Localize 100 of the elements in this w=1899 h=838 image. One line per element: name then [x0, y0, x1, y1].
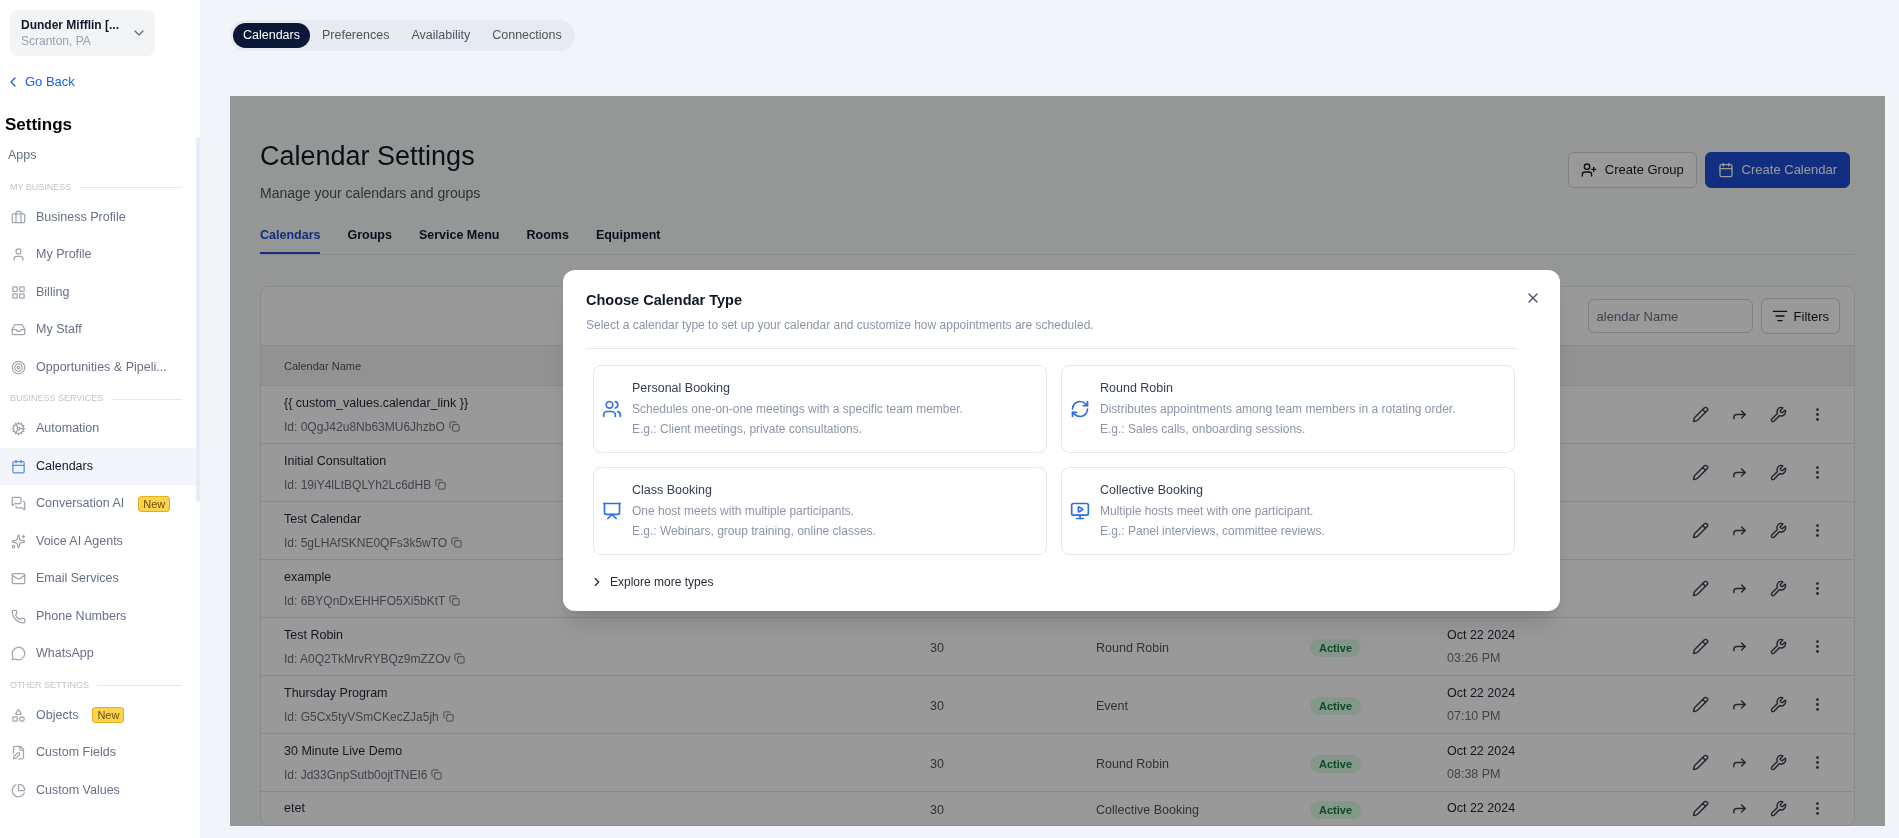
sidebar-item-label: Voice AI Agents — [36, 532, 123, 550]
sidebar-item[interactable]: Email Services — [0, 560, 196, 598]
sidebar-item[interactable]: My Staff — [0, 311, 196, 349]
calendar-id: Id: 19iY4lLtBQLYh2Lc6dHB — [284, 476, 432, 494]
target-icon — [11, 359, 26, 375]
column-header: Calendar Name — [284, 358, 362, 374]
edit-icon[interactable] — [1692, 464, 1709, 482]
copy-icon[interactable] — [451, 537, 463, 549]
wrench-icon[interactable] — [1770, 754, 1787, 772]
time-cell-text: 08:38 PM — [1447, 766, 1502, 784]
calendar-name: Test Calendar — [284, 510, 362, 528]
wrench-icon[interactable] — [1770, 638, 1787, 656]
sidebar-item[interactable]: My Profile — [0, 236, 196, 274]
calendar-type-card[interactable]: Personal Booking Schedules one-on-one meetings with a specific team member. E.g.: Client meetings, private consultations. — [593, 364, 1047, 453]
sidebar-item[interactable]: WhatsApp — [0, 635, 196, 673]
status-badge: Active — [1310, 800, 1362, 819]
sidebar-item[interactable]: Phone Numbers — [0, 597, 196, 635]
sidebar-item[interactable]: Opportunities & Pipeli... — [0, 348, 196, 386]
section-heading: BUSINESS SERVICES — [10, 392, 104, 406]
page-title: Calendar Settings — [260, 140, 476, 173]
section-tab[interactable]: Calendars — [260, 225, 321, 255]
copy-icon[interactable] — [431, 769, 443, 781]
search-field[interactable]: alendar Name — [1587, 299, 1753, 334]
explore-more-button[interactable]: Explore more types — [590, 572, 714, 591]
calendar-name: example — [284, 568, 332, 586]
sidebar-item[interactable]: Conversation AI New — [0, 485, 196, 523]
sidebar-item-label: Business Profile — [36, 208, 126, 226]
sidebar-item[interactable]: Objects New — [0, 696, 196, 734]
section-tab[interactable]: Equipment — [595, 225, 661, 255]
copy-icon[interactable] — [454, 653, 466, 665]
calendar-type-card[interactable]: Collective Booking Multiple hosts meet with one participant. E.g.: Panel interviews, committee reviews. — [1061, 466, 1515, 555]
copy-icon[interactable] — [442, 711, 454, 723]
type-description: Distributes appointments among team members in a rotating order. — [1100, 401, 1456, 419]
wrench-icon[interactable] — [1770, 800, 1787, 818]
edit-icon[interactable] — [1692, 406, 1709, 424]
person-add-icon — [1580, 162, 1597, 178]
date-cell-text: Oct 22 2024 — [1447, 684, 1516, 702]
top-tab[interactable]: Connections — [482, 23, 572, 48]
section-heading: MY BUSINESS — [10, 180, 72, 194]
filters-button[interactable]: Filters — [1760, 298, 1840, 335]
go-back-link[interactable]: Go Back — [5, 72, 75, 92]
briefcase-icon — [11, 209, 26, 225]
wrench-icon[interactable] — [1770, 580, 1787, 598]
sidebar-item[interactable]: Calendars — [0, 447, 196, 485]
new-badge: New — [138, 495, 171, 512]
sidebar-item[interactable]: Billing — [0, 273, 196, 311]
sidebar-item[interactable]: Voice AI Agents — [0, 522, 196, 560]
wrench-icon[interactable] — [1770, 464, 1787, 482]
calendar-type-card[interactable]: Class Booking One host meets with multiple participants. E.g.: Webinars, group training, online classes. — [593, 466, 1047, 555]
sidebar-item[interactable]: Automation — [0, 410, 196, 448]
calendar-name: Thursday Program — [284, 684, 388, 702]
type-title: Round Robin — [1100, 380, 1174, 398]
calendar-name: Initial Consultation — [284, 452, 387, 470]
copy-icon[interactable] — [448, 421, 460, 433]
type-cell: Collective Booking — [1096, 802, 1199, 817]
sidebar-item[interactable]: Apps — [0, 137, 196, 175]
wrench-icon[interactable] — [1770, 696, 1787, 714]
type-title: Collective Booking — [1100, 482, 1204, 500]
create-calendar-button[interactable]: Create Calendar — [1704, 152, 1850, 188]
wrench-icon[interactable] — [1770, 406, 1787, 424]
time-cell-text: 03:26 PM — [1447, 650, 1502, 668]
calendar-id: Id: 6BYQnDxEHHFO5Xi5bKtT — [284, 592, 446, 610]
date-cell-text: Oct 22 2024 — [1447, 742, 1516, 760]
account-switcher[interactable]: Dunder Mifflin [... Scranton, PA — [10, 10, 155, 56]
type-example: E.g.: Webinars, group training, online classes. — [632, 523, 876, 541]
calendar-icon — [11, 458, 26, 474]
edit-icon[interactable] — [1692, 696, 1709, 714]
duration-cell: 30 — [930, 802, 944, 817]
copy-icon[interactable] — [435, 479, 447, 491]
type-title: Personal Booking — [632, 380, 731, 398]
shapes-icon — [11, 707, 26, 723]
sidebar-title: Settings — [5, 113, 74, 136]
calendar-type-card[interactable]: Round Robin Distributes appointments among team members in a rotating order. E.g.: Sales calls, onboarding sessions. — [1061, 364, 1515, 453]
dialog-title: Choose Calendar Type — [586, 291, 744, 310]
sidebar-item-label: Phone Numbers — [36, 607, 127, 625]
section-tab[interactable]: Service Menu — [418, 225, 500, 255]
page-subtitle: Manage your calendars and groups — [260, 183, 481, 203]
section-tab[interactable]: Rooms — [526, 225, 569, 255]
top-tab[interactable]: Calendars — [233, 23, 310, 48]
edit-icon[interactable] — [1692, 580, 1709, 598]
copy-icon[interactable] — [449, 595, 461, 607]
type-description: Multiple hosts meet with one participant. — [1100, 503, 1315, 521]
sidebar-item[interactable]: Custom Fields — [0, 734, 196, 772]
sidebar-item-label: My Staff — [36, 321, 82, 339]
calendar-id: Id: Jd33GnpSutb0ojtTNEI6 — [284, 766, 428, 784]
section-tab[interactable]: Groups — [347, 225, 392, 255]
type-cell: Event — [1096, 698, 1128, 713]
rotation-icon — [1070, 398, 1090, 419]
status-badge: Active — [1310, 638, 1362, 657]
edit-icon[interactable] — [1692, 800, 1709, 818]
edit-icon[interactable] — [1692, 522, 1709, 540]
sidebar-item[interactable]: Custom Values — [0, 771, 196, 809]
create-group-button[interactable]: Create Group — [1567, 152, 1697, 188]
sidebar-item[interactable]: Business Profile — [0, 198, 196, 236]
edit-icon[interactable] — [1692, 754, 1709, 772]
wrench-icon[interactable] — [1770, 522, 1787, 540]
top-tab[interactable]: Preferences — [312, 23, 400, 48]
type-cell: Round Robin — [1096, 756, 1169, 771]
top-tab[interactable]: Availability — [401, 23, 481, 48]
edit-icon[interactable] — [1692, 638, 1709, 656]
